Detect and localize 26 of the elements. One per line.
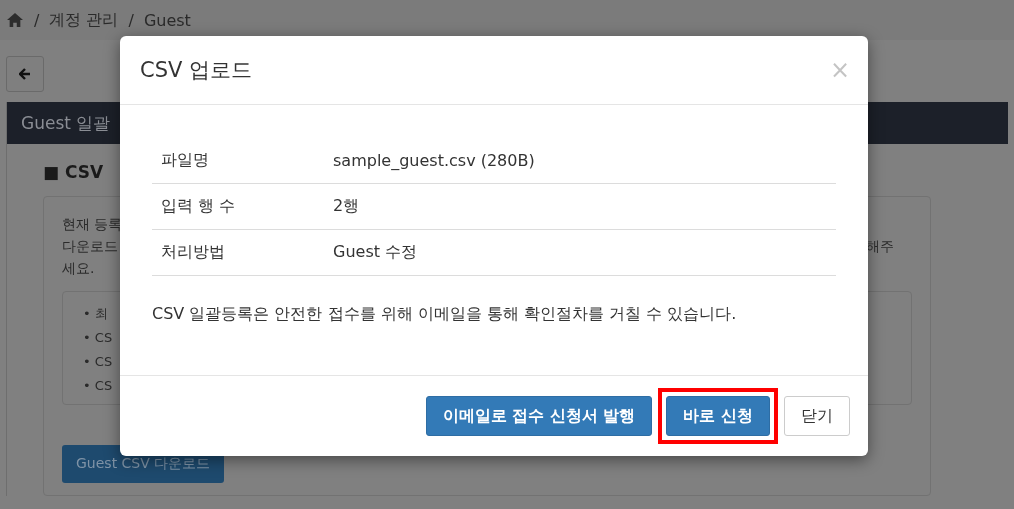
breadcrumb-separator: / [34, 10, 40, 30]
action-button[interactable]: 바로 신청 [666, 396, 770, 436]
arrow-left-icon [19, 68, 31, 80]
row-label: 파일명 [160, 150, 210, 171]
home-icon[interactable] [6, 12, 24, 28]
back-button[interactable] [6, 56, 44, 92]
row-value: 2행 [333, 196, 360, 217]
action-button[interactable]: 이메일로 접수 신청서 발행 [425, 396, 653, 436]
breadcrumb-separator: / [128, 10, 134, 30]
notice-text: CSV 일괄등록은 안전한 접수를 위해 이메일을 통해 확인절차를 거칠 수 있습니다. [152, 304, 738, 325]
row-label: 처리방법 [160, 242, 226, 263]
note-item: • 최 [83, 305, 108, 323]
breadcrumb-item[interactable]: 계정 관리 [49, 9, 119, 31]
description-text: 해주 [866, 237, 894, 256]
note-item: • CS [83, 353, 113, 371]
description-text: 다운로드 [62, 237, 118, 256]
modal-title: CSV 업로드 [140, 57, 253, 84]
description-text: 현재 등록 [62, 215, 123, 234]
description-text: 세요. [62, 259, 95, 278]
row-value: Guest 수정 [333, 242, 418, 263]
row-label: 입력 행 수 [160, 196, 237, 217]
note-item: • CS [83, 329, 113, 347]
breadcrumb-item: Guest [143, 10, 191, 30]
row-value: sample_guest.csv (280B) [333, 151, 535, 170]
note-item: • CS [83, 377, 113, 395]
action-button[interactable]: 닫기 [784, 396, 850, 436]
